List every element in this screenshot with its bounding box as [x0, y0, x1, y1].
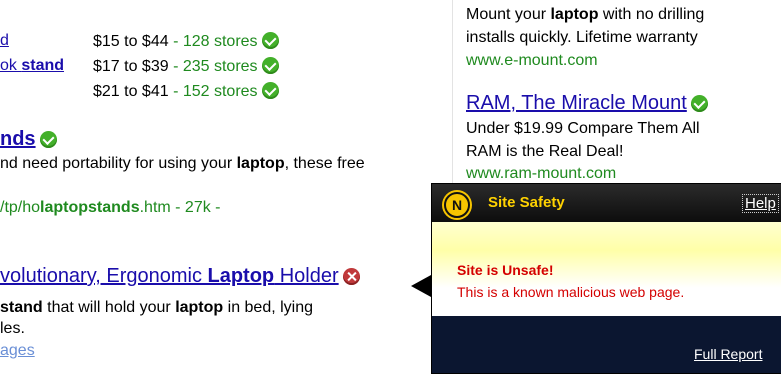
result-snippet: nd need portability for using your lapto…	[0, 155, 365, 172]
unsafe-status: Site is Unsafe!	[457, 262, 554, 278]
popup-header: N Site Safety Help	[432, 184, 781, 222]
green-check-icon	[690, 95, 708, 112]
shopping-row: ok stand	[0, 57, 64, 75]
result-url: /tp/holaptopstands.htm - 27k -	[0, 199, 221, 216]
ad-text: RAM is the Real Deal!	[466, 143, 624, 160]
popup-title: Site Safety	[488, 194, 565, 211]
shopping-price-row: $15 to $44 - 128 stores	[93, 32, 279, 51]
norton-logo-icon: N	[444, 192, 470, 218]
result-title-link[interactable]: volutionary, Ergonomic Laptop Holder	[0, 265, 339, 287]
popup-pointer	[411, 275, 431, 297]
ad-title[interactable]: RAM, The Miracle Mount	[466, 92, 708, 115]
shopping-row: d	[0, 32, 9, 50]
store-count-link[interactable]: 128 stores	[183, 33, 258, 50]
green-check-icon	[39, 131, 57, 148]
unsafe-message: This is a known malicious web page.	[457, 284, 685, 300]
price-range: $15 to $44	[93, 33, 169, 50]
store-count-link[interactable]: 235 stores	[183, 58, 258, 75]
ad-url[interactable]: www.e-mount.com	[466, 52, 598, 70]
result-title[interactable]: nds	[0, 128, 57, 151]
result-more-link[interactable]: ages	[0, 342, 35, 360]
shopping-link[interactable]: d	[0, 32, 9, 49]
price-range: $21 to $41	[93, 83, 169, 100]
ad-title-link[interactable]: RAM, The Miracle Mount	[466, 92, 687, 114]
green-check-icon	[261, 32, 279, 49]
price-sep: -	[168, 33, 183, 50]
store-count-link[interactable]: 152 stores	[183, 83, 258, 100]
site-safety-popup: N Site Safety Help Site is Unsafe! This …	[431, 183, 781, 374]
help-link[interactable]: Help	[742, 194, 779, 213]
price-sep: -	[168, 83, 183, 100]
price-sep: -	[168, 58, 183, 75]
result-snippet: stand that will hold your laptop in bed,…	[0, 299, 314, 316]
full-report-link[interactable]: Full Report	[694, 346, 762, 362]
ad-text: Under $19.99 Compare Them All	[466, 120, 700, 137]
popup-footer: Full Report	[432, 316, 781, 373]
shopping-price-row: $21 to $41 - 152 stores	[93, 82, 279, 101]
green-check-icon	[261, 82, 279, 99]
result-title[interactable]: volutionary, Ergonomic Laptop Holder	[0, 265, 360, 288]
result-snippet: les.	[0, 320, 25, 337]
ad-text: installs quickly. Lifetime warranty	[466, 29, 698, 46]
result-title-link[interactable]: nds	[0, 128, 36, 150]
ad-text: Mount your laptop with no drilling	[466, 6, 705, 23]
red-x-icon[interactable]	[342, 268, 360, 285]
popup-body: Site is Unsafe! This is a known maliciou…	[432, 222, 781, 316]
price-range: $17 to $39	[93, 58, 169, 75]
shopping-link[interactable]: ok stand	[0, 57, 64, 74]
green-check-icon	[261, 57, 279, 74]
shopping-price-row: $17 to $39 - 235 stores	[93, 57, 279, 76]
ad-url[interactable]: www.ram-mount.com	[466, 165, 616, 183]
